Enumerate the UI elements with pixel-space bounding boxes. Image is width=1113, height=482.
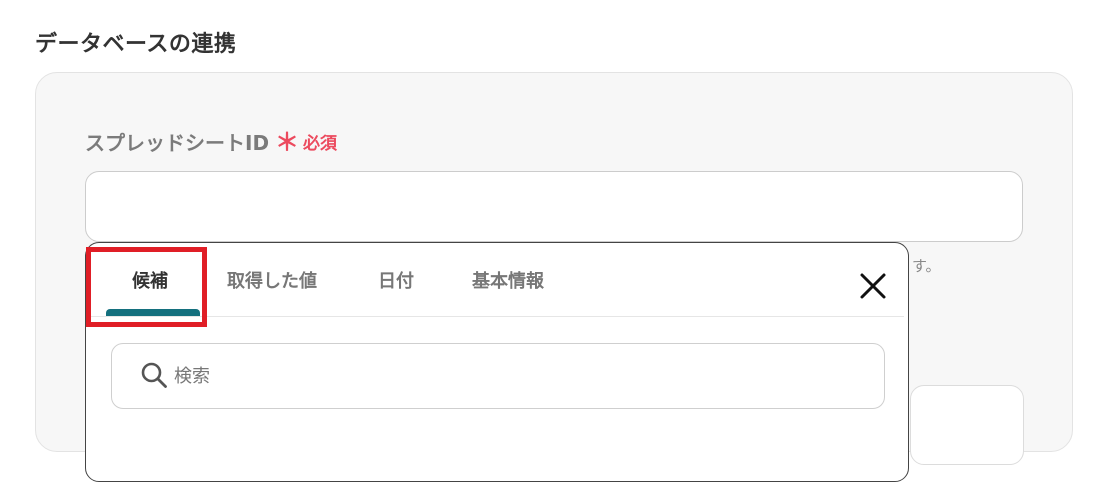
field-label-text: スプレッドシートID bbox=[85, 131, 270, 155]
tab-retrieved-values[interactable]: 取得した値 bbox=[227, 267, 317, 293]
close-icon bbox=[860, 273, 886, 299]
close-button[interactable] bbox=[856, 269, 890, 303]
spreadsheet-id-input[interactable] bbox=[85, 171, 1023, 242]
field-hint: す。 bbox=[912, 257, 941, 275]
search-box bbox=[111, 343, 885, 409]
required-asterisk: ＊ bbox=[275, 127, 300, 156]
tab-bar: 候補 取得した値 日付 基本情報 bbox=[86, 243, 904, 317]
tab-basic-info[interactable]: 基本情報 bbox=[472, 267, 544, 293]
required-badge: 必須 bbox=[303, 134, 338, 154]
next-field-input[interactable] bbox=[910, 385, 1024, 465]
highlight-annotation bbox=[86, 247, 207, 327]
suggestion-popup: 候補 取得した値 日付 基本情報 bbox=[85, 242, 909, 482]
search-icon bbox=[141, 362, 167, 388]
field-label: スプレッドシートID ＊ 必須 bbox=[85, 127, 337, 156]
section-title: データベースの連携 bbox=[35, 32, 237, 57]
tab-date[interactable]: 日付 bbox=[378, 267, 414, 293]
search-input[interactable] bbox=[174, 358, 864, 394]
